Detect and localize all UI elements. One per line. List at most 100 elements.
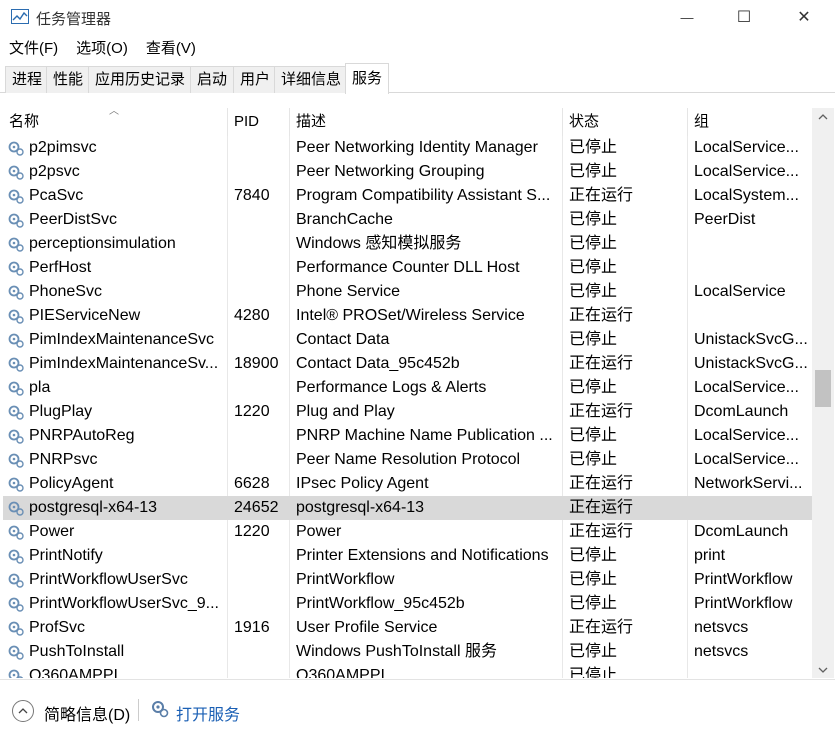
service-status-cell: 已停止 xyxy=(569,595,618,612)
service-status-cell: 已停止 xyxy=(569,259,618,276)
scrollbar-thumb[interactable] xyxy=(815,370,831,407)
tab-services[interactable]: 服务 xyxy=(345,63,390,94)
service-name-cell: PrintNotify xyxy=(29,547,103,564)
menu-view[interactable]: 查看(V) xyxy=(137,38,205,60)
scroll-down-button[interactable] xyxy=(812,661,834,678)
service-status-cell: 正在运行 xyxy=(569,619,634,636)
service-name-cell: PNRPsvc xyxy=(29,451,98,468)
fewer-details-toggle[interactable] xyxy=(12,700,34,722)
tab-processes[interactable]: 进程 xyxy=(5,66,50,93)
service-description-cell: PrintWorkflow xyxy=(296,571,395,588)
service-name-cell: PlugPlay xyxy=(29,403,93,420)
services-gear-icon[interactable] xyxy=(150,699,170,719)
table-row[interactable]: p2psvc Peer Networking Grouping 已停止 LocalSe… xyxy=(3,160,812,184)
table-row[interactable]: Q360AMPPI Q360AMPPI 已停止 xyxy=(3,664,812,678)
column-header-description[interactable]: 描述 xyxy=(290,108,563,136)
service-pid-cell xyxy=(228,592,289,616)
service-description-cell: IPsec Policy Agent xyxy=(296,475,429,492)
services-table: 名称 ︿ PID 描述 状态 组 p2pimsvc Peer Networking… xyxy=(3,108,812,678)
table-row[interactable]: perceptionsimulation Windows 感知模拟服务 已停止 xyxy=(3,232,812,256)
table-row[interactable]: p2pimsvc Peer Networking Identity Manager… xyxy=(3,136,812,160)
service-status-cell: 已停止 xyxy=(569,379,618,396)
minimize-button[interactable]: — xyxy=(664,0,710,34)
table-row[interactable]: PhoneSvc Phone Service 已停止 LocalService xyxy=(3,280,812,304)
scroll-up-button[interactable] xyxy=(812,108,834,125)
table-row[interactable]: PeerDistSvc BranchCache 已停止 PeerDist xyxy=(3,208,812,232)
service-name-cell: PrintWorkflowUserSvc_9... xyxy=(29,595,219,612)
table-row[interactable]: ProfSvc 1916 User Profile Service 正在运行 netsv… xyxy=(3,616,812,640)
service-pid-cell xyxy=(228,376,289,400)
service-pid-cell xyxy=(228,232,289,256)
service-description-cell: Peer Networking Grouping xyxy=(296,163,485,180)
service-pid-cell xyxy=(228,448,289,472)
service-group-cell: DcomLaunch xyxy=(694,403,789,420)
table-row[interactable]: pla Performance Logs & Alerts 已停止 LocalServ… xyxy=(3,376,812,400)
table-header: 名称 ︿ PID 描述 状态 组 xyxy=(3,108,812,136)
service-name-cell: Q360AMPPI xyxy=(29,667,118,678)
service-pid-cell xyxy=(228,208,289,232)
service-status-cell: 正在运行 xyxy=(569,499,634,516)
tab-details[interactable]: 详细信息 xyxy=(274,66,349,93)
service-group-cell: PrintWorkflow xyxy=(694,595,793,612)
service-pid-cell xyxy=(228,160,289,184)
service-name-cell: p2pimsvc xyxy=(29,139,97,156)
service-status-cell: 已停止 xyxy=(569,139,618,156)
service-group-cell: DcomLaunch xyxy=(694,523,789,540)
column-header-name[interactable]: 名称 ︿ xyxy=(3,108,228,136)
service-group-cell: netsvcs xyxy=(694,619,749,636)
close-button[interactable]: ✕ xyxy=(781,0,827,34)
service-name-cell: PcaSvc xyxy=(29,187,84,204)
table-row[interactable]: PNRPsvc Peer Name Resolution Protocol 已停止 L… xyxy=(3,448,812,472)
menu-options[interactable]: 选项(O) xyxy=(67,38,137,60)
service-name-cell: perceptionsimulation xyxy=(29,235,176,252)
tab-performance[interactable]: 性能 xyxy=(46,66,91,93)
vertical-scrollbar[interactable] xyxy=(812,108,834,678)
service-description-cell: Contact Data xyxy=(296,331,390,348)
service-name-cell: PimIndexMaintenanceSv... xyxy=(29,355,219,372)
tab-app-history[interactable]: 应用历史记录 xyxy=(88,66,193,93)
table-row[interactable]: PimIndexMaintenanceSvc Contact Data 已停止 Uni… xyxy=(3,328,812,352)
maximize-button[interactable]: ☐ xyxy=(721,0,767,34)
table-row[interactable]: PlugPlay 1220 Plug and Play 正在运行 DcomLaunch xyxy=(3,400,812,424)
tab-users[interactable]: 用户 xyxy=(233,66,278,93)
tab-startup[interactable]: 启动 xyxy=(190,66,235,93)
service-name-cell: PhoneSvc xyxy=(29,283,102,300)
table-row[interactable]: PNRPAutoReg PNRP Machine Name Publication… xyxy=(3,424,812,448)
table-row[interactable]: PerfHost Performance Counter DLL Host 已停止 xyxy=(3,256,812,280)
table-row[interactable]: PrintWorkflowUserSvc PrintWorkflow 已停止 Prin… xyxy=(3,568,812,592)
service-group-cell: PeerDist xyxy=(694,211,756,228)
table-row[interactable]: PimIndexMaintenanceSv... 18900 Contact Dat… xyxy=(3,352,812,376)
service-group-cell: LocalSystem... xyxy=(694,187,799,204)
column-header-pid[interactable]: PID xyxy=(228,108,290,136)
minimize-icon: — xyxy=(680,9,694,25)
table-row[interactable]: PIEServiceNew 4280 Intel® PROSet/Wireless … xyxy=(3,304,812,328)
service-group-cell: LocalService... xyxy=(694,427,799,444)
fewer-details-label[interactable]: 简略信息(D) xyxy=(44,701,130,725)
service-group-cell: netsvcs xyxy=(694,643,749,660)
table-row[interactable]: postgresql-x64-13 24652 postgresql-x64-13 正… xyxy=(3,496,812,520)
service-description-cell: Peer Name Resolution Protocol xyxy=(296,451,521,468)
service-description-cell: Performance Counter DLL Host xyxy=(296,259,520,276)
chevron-down-icon xyxy=(818,667,828,673)
service-description-cell: Windows 感知模拟服务 xyxy=(296,235,462,252)
footer-bar: 简略信息(D) 打开服务 xyxy=(0,679,835,738)
chevron-up-icon xyxy=(818,113,828,119)
table-row[interactable]: PolicyAgent 6628 IPsec Policy Agent 正在运行 Net… xyxy=(3,472,812,496)
service-group-cell: UnistackSvcG... xyxy=(694,355,808,372)
table-row[interactable]: PcaSvc 7840 Program Compatibility Assistan… xyxy=(3,184,812,208)
menu-file[interactable]: 文件(F) xyxy=(0,38,67,60)
table-row[interactable]: PrintWorkflowUserSvc_9... PrintWorkflow_9… xyxy=(3,592,812,616)
service-description-cell: Phone Service xyxy=(296,283,401,300)
service-description-cell: Plug and Play xyxy=(296,403,395,420)
table-row[interactable]: PushToInstall Windows PushToInstall 服务 已停止… xyxy=(3,640,812,664)
window-title: 任务管理器 xyxy=(36,11,112,28)
column-header-group[interactable]: 组 xyxy=(688,108,812,136)
service-status-cell: 已停止 xyxy=(569,163,618,180)
table-row[interactable]: PrintNotify Printer Extensions and Notifi… xyxy=(3,544,812,568)
service-description-cell: Windows PushToInstall 服务 xyxy=(296,643,497,660)
column-header-status[interactable]: 状态 xyxy=(563,108,688,136)
service-group-cell xyxy=(688,256,812,280)
open-services-link[interactable]: 打开服务 xyxy=(176,701,240,725)
table-row[interactable]: Power 1220 Power 正在运行 DcomLaunch xyxy=(3,520,812,544)
service-pid-cell xyxy=(228,664,289,678)
